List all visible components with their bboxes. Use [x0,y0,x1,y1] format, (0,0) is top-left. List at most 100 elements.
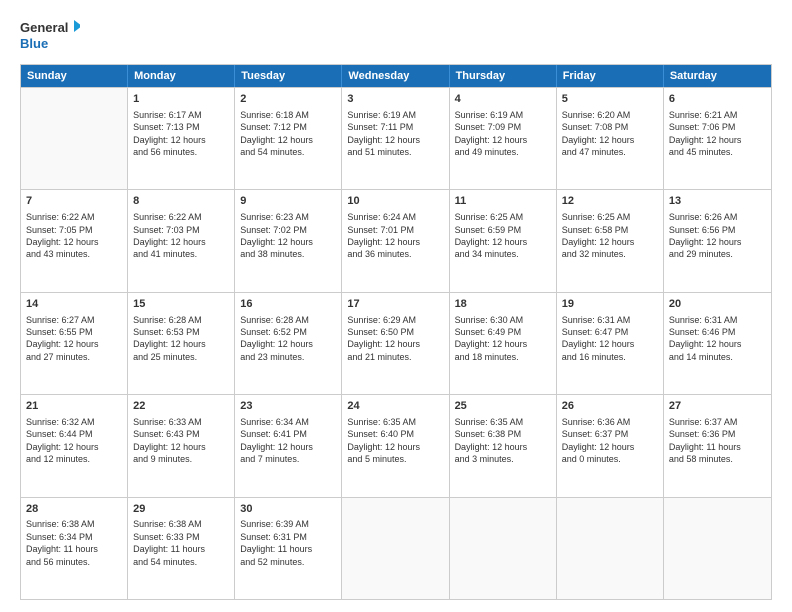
cell-0-4: 4 Sunrise: 6:19 AM Sunset: 7:09 PM Daylig… [450,88,557,189]
day-num-8: 8 [133,194,229,209]
day-num-10: 10 [347,194,443,209]
cell-3-6: 27 Sunrise: 6:37 AM Sunset: 6:36 PM Dayli… [664,395,771,496]
day-num-7: 7 [26,194,122,209]
day-num-13: 13 [669,194,766,209]
day-num-4: 4 [455,92,551,107]
svg-text:Blue: Blue [20,36,48,51]
cell-4-0: 28Sunrise: 6:38 AM Sunset: 6:34 PM Dayli… [21,498,128,599]
cell-info-24: Sunrise: 6:35 AM Sunset: 6:40 PM Dayligh… [347,416,443,466]
cell-3-3: 24 Sunrise: 6:35 AM Sunset: 6:40 PM Dayli… [342,395,449,496]
cell-info-13: Sunrise: 6:26 AM Sunset: 6:56 PM Dayligh… [669,211,766,261]
cell-info-5: Sunrise: 6:20 AM Sunset: 7:08 PM Dayligh… [562,109,658,159]
day-num-30: 30 [240,502,336,517]
cell-info-1: Sunrise: 6:17 AM Sunset: 7:13 PM Dayligh… [133,109,229,159]
calendar-header: Sunday Monday Tuesday Wednesday Thursday… [21,65,771,87]
cell-4-3 [342,498,449,599]
header: General Blue [20,18,772,54]
cell-info-8: Sunrise: 6:22 AM Sunset: 7:03 PM Dayligh… [133,211,229,261]
cell-2-0: 14 Sunrise: 6:27 AM Sunset: 6:55 PM Dayli… [21,293,128,394]
cell-info-22: Sunrise: 6:33 AM Sunset: 6:43 PM Dayligh… [133,416,229,466]
cell-0-0 [21,88,128,189]
day-num-22: 22 [133,399,229,414]
cell-info-20: Sunrise: 6:31 AM Sunset: 6:46 PM Dayligh… [669,314,766,364]
cell-1-0: 7Sunrise: 6:22 AM Sunset: 7:05 PM Daylig… [21,190,128,291]
cell-info-3: Sunrise: 6:19 AM Sunset: 7:11 PM Dayligh… [347,109,443,159]
cell-1-2: 9 Sunrise: 6:23 AM Sunset: 7:02 PM Daylig… [235,190,342,291]
week-row-1: 1 Sunrise: 6:17 AM Sunset: 7:13 PM Daylig… [21,87,771,189]
cell-info-12: Sunrise: 6:25 AM Sunset: 6:58 PM Dayligh… [562,211,658,261]
cell-4-1: 29Sunrise: 6:38 AM Sunset: 6:33 PM Dayli… [128,498,235,599]
day-num-1: 1 [133,92,229,107]
week-row-2: 7Sunrise: 6:22 AM Sunset: 7:05 PM Daylig… [21,189,771,291]
header-tuesday: Tuesday [235,65,342,87]
cell-3-1: 22 Sunrise: 6:33 AM Sunset: 6:43 PM Dayli… [128,395,235,496]
cell-0-3: 3 Sunrise: 6:19 AM Sunset: 7:11 PM Daylig… [342,88,449,189]
calendar: Sunday Monday Tuesday Wednesday Thursday… [20,64,772,600]
cell-4-6 [664,498,771,599]
day-num-11: 11 [455,194,551,209]
day-num-29: 29 [133,502,229,517]
cell-1-1: 8 Sunrise: 6:22 AM Sunset: 7:03 PM Daylig… [128,190,235,291]
cell-3-4: 25Sunrise: 6:35 AM Sunset: 6:38 PM Dayli… [450,395,557,496]
cell-info-21: Sunrise: 6:32 AM Sunset: 6:44 PM Dayligh… [26,416,122,466]
cell-3-2: 23Sunrise: 6:34 AM Sunset: 6:41 PM Dayli… [235,395,342,496]
cell-info-29: Sunrise: 6:38 AM Sunset: 6:33 PM Dayligh… [133,518,229,568]
logo: General Blue [20,18,80,54]
cell-2-3: 17Sunrise: 6:29 AM Sunset: 6:50 PM Dayli… [342,293,449,394]
cell-2-4: 18Sunrise: 6:30 AM Sunset: 6:49 PM Dayli… [450,293,557,394]
day-num-21: 21 [26,399,122,414]
cell-info-9: Sunrise: 6:23 AM Sunset: 7:02 PM Dayligh… [240,211,336,261]
day-num-19: 19 [562,297,658,312]
calendar-body: 1 Sunrise: 6:17 AM Sunset: 7:13 PM Daylig… [21,87,771,599]
cell-0-6: 6 Sunrise: 6:21 AM Sunset: 7:06 PM Daylig… [664,88,771,189]
day-num-5: 5 [562,92,658,107]
cell-info-16: Sunrise: 6:28 AM Sunset: 6:52 PM Dayligh… [240,314,336,364]
day-num-24: 24 [347,399,443,414]
day-num-20: 20 [669,297,766,312]
day-num-12: 12 [562,194,658,209]
day-num-26: 26 [562,399,658,414]
day-num-14: 14 [26,297,122,312]
cell-4-2: 30Sunrise: 6:39 AM Sunset: 6:31 PM Dayli… [235,498,342,599]
day-num-27: 27 [669,399,766,414]
cell-2-2: 16Sunrise: 6:28 AM Sunset: 6:52 PM Dayli… [235,293,342,394]
header-thursday: Thursday [450,65,557,87]
day-num-9: 9 [240,194,336,209]
header-friday: Friday [557,65,664,87]
cell-1-5: 12 Sunrise: 6:25 AM Sunset: 6:58 PM Dayli… [557,190,664,291]
cell-3-5: 26 Sunrise: 6:36 AM Sunset: 6:37 PM Dayli… [557,395,664,496]
cell-2-5: 19 Sunrise: 6:31 AM Sunset: 6:47 PM Dayli… [557,293,664,394]
cell-1-4: 11Sunrise: 6:25 AM Sunset: 6:59 PM Dayli… [450,190,557,291]
day-num-3: 3 [347,92,443,107]
week-row-3: 14 Sunrise: 6:27 AM Sunset: 6:55 PM Dayli… [21,292,771,394]
day-num-18: 18 [455,297,551,312]
cell-1-3: 10Sunrise: 6:24 AM Sunset: 7:01 PM Dayli… [342,190,449,291]
cell-info-25: Sunrise: 6:35 AM Sunset: 6:38 PM Dayligh… [455,416,551,466]
day-num-15: 15 [133,297,229,312]
cell-0-2: 2Sunrise: 6:18 AM Sunset: 7:12 PM Daylig… [235,88,342,189]
cell-info-19: Sunrise: 6:31 AM Sunset: 6:47 PM Dayligh… [562,314,658,364]
day-num-17: 17 [347,297,443,312]
week-row-5: 28Sunrise: 6:38 AM Sunset: 6:34 PM Dayli… [21,497,771,599]
cell-info-4: Sunrise: 6:19 AM Sunset: 7:09 PM Dayligh… [455,109,551,159]
cell-info-27: Sunrise: 6:37 AM Sunset: 6:36 PM Dayligh… [669,416,766,466]
cell-info-26: Sunrise: 6:36 AM Sunset: 6:37 PM Dayligh… [562,416,658,466]
day-num-28: 28 [26,502,122,517]
logo-svg: General Blue [20,18,80,54]
cell-info-6: Sunrise: 6:21 AM Sunset: 7:06 PM Dayligh… [669,109,766,159]
header-sunday: Sunday [21,65,128,87]
header-saturday: Saturday [664,65,771,87]
header-monday: Monday [128,65,235,87]
cell-2-1: 15 Sunrise: 6:28 AM Sunset: 6:53 PM Dayli… [128,293,235,394]
cell-0-1: 1 Sunrise: 6:17 AM Sunset: 7:13 PM Daylig… [128,88,235,189]
cell-info-15: Sunrise: 6:28 AM Sunset: 6:53 PM Dayligh… [133,314,229,364]
cell-1-6: 13 Sunrise: 6:26 AM Sunset: 6:56 PM Dayli… [664,190,771,291]
day-num-23: 23 [240,399,336,414]
cell-info-30: Sunrise: 6:39 AM Sunset: 6:31 PM Dayligh… [240,518,336,568]
cell-info-14: Sunrise: 6:27 AM Sunset: 6:55 PM Dayligh… [26,314,122,364]
day-num-2: 2 [240,92,336,107]
cell-4-4 [450,498,557,599]
day-num-6: 6 [669,92,766,107]
header-wednesday: Wednesday [342,65,449,87]
cell-3-0: 21 Sunrise: 6:32 AM Sunset: 6:44 PM Dayli… [21,395,128,496]
